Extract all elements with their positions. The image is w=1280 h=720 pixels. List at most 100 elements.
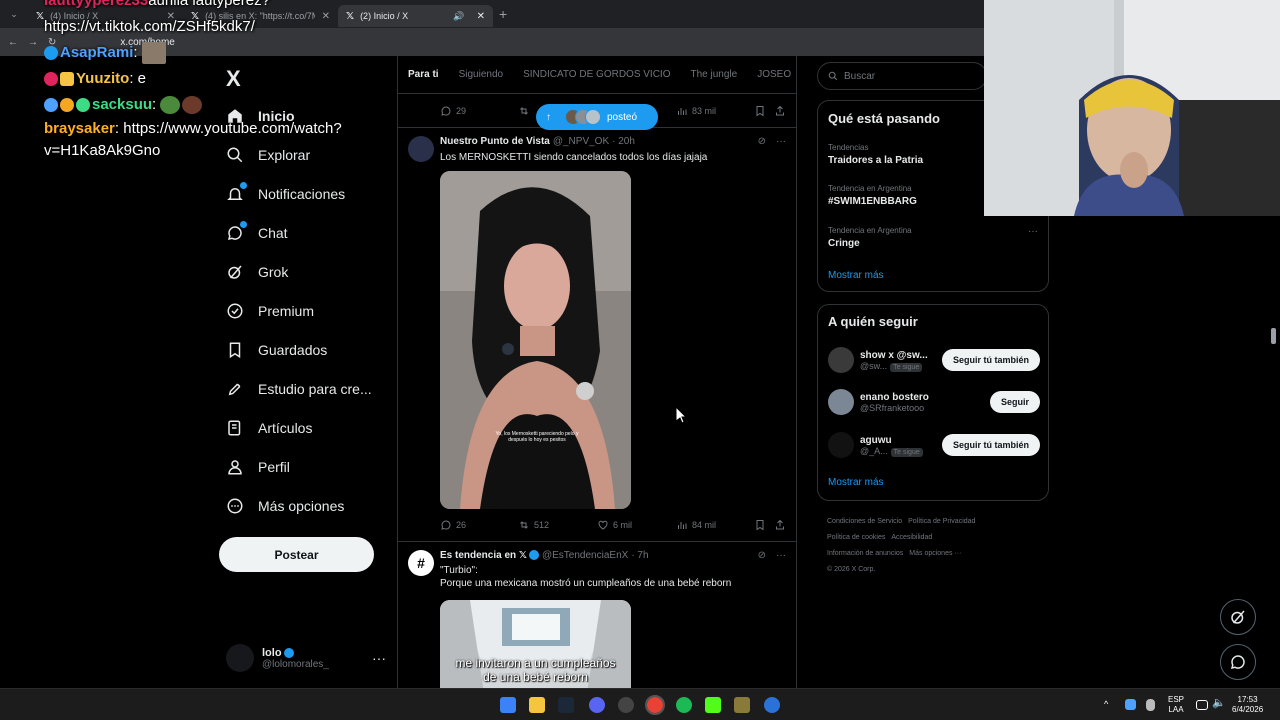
new-tab-button[interactable]: + (499, 6, 507, 22)
nav-item-label: Grok (258, 264, 289, 280)
author-name[interactable]: Nuestro Punto de Vista (440, 136, 550, 147)
tab-following[interactable]: Siguiendo (459, 69, 503, 80)
nav-item-label: Notificaciones (258, 186, 346, 202)
footer-link[interactable]: Información de anuncios (827, 550, 903, 557)
show-more-link[interactable]: Mostrar más (828, 270, 884, 281)
nav-item-bookmarks[interactable]: Guardados (226, 338, 327, 362)
file-explorer-icon[interactable] (529, 697, 545, 713)
author-name[interactable]: Es tendencia en 𝕏 (440, 550, 527, 561)
avatar[interactable] (828, 389, 854, 415)
kick-icon[interactable] (705, 697, 721, 713)
ccleaner-icon[interactable] (764, 697, 780, 713)
app-icon[interactable] (734, 697, 750, 713)
show-more-link[interactable]: Mostrar más (828, 477, 884, 488)
nav-item-chat[interactable]: Chat (226, 220, 288, 245)
windows-start-icon[interactable] (500, 697, 516, 713)
language-indicator[interactable]: ESP LAA (1168, 695, 1184, 715)
tab-list[interactable]: JOSEO (757, 69, 791, 80)
post-text: Los MERNOSKETTI siendo cancelados todos … (440, 152, 708, 163)
forward-icon[interactable]: → (28, 37, 38, 48)
share-icon[interactable] (774, 105, 786, 117)
author-handle[interactable]: @_NPV_OK (553, 136, 609, 147)
close-icon[interactable]: ✕ (477, 11, 485, 22)
discord-icon[interactable] (589, 697, 605, 713)
follow-suggestion[interactable]: aguwu @_A... Te sigue Seguir tú también (828, 430, 1040, 460)
views-button[interactable]: 84 mil (676, 519, 716, 531)
x-favicon-icon: 𝕏 (36, 10, 45, 22)
grok-icon[interactable]: ⊘ (758, 550, 766, 561)
search-bar[interactable]: Buscar (817, 62, 987, 90)
follow-suggestion[interactable]: show x @sw... @sw... Te sigue Seguir tú t… (828, 345, 1040, 375)
post-time[interactable]: · 20h (612, 136, 635, 147)
avatar[interactable] (828, 347, 854, 373)
more-icon[interactable]: ··· (372, 650, 386, 666)
reply-button[interactable]: 26 (440, 519, 466, 531)
trend-item[interactable]: Tendencia en Argentina Cringe ··· (828, 226, 1038, 249)
tab-list[interactable]: SINDICATO DE GORDOS VICIO (523, 69, 670, 80)
views-button[interactable]: 83 mil (676, 105, 716, 117)
post-video[interactable]: Yo, los Mernosketti pareciendo pelo y de… (440, 171, 631, 509)
avatar[interactable] (408, 136, 434, 162)
repost-button[interactable]: 512 (518, 519, 549, 531)
nav-item-articles[interactable]: Artículos (226, 416, 312, 440)
footer-link[interactable]: Condiciones de Servicio (827, 518, 902, 525)
avatar[interactable] (828, 432, 854, 458)
more-icon[interactable]: ··· (1028, 226, 1038, 237)
chrome-icon[interactable] (645, 695, 665, 715)
reply-button[interactable]: 29 (440, 105, 466, 117)
more-icon[interactable]: ··· (776, 550, 786, 561)
new-posts-pill[interactable]: ↑ posteó (536, 104, 658, 130)
spotify-icon[interactable] (676, 697, 692, 713)
footer-link[interactable]: Política de cookies (827, 534, 885, 541)
post-button[interactable]: Postear (219, 537, 374, 572)
back-icon[interactable]: ← (8, 37, 18, 48)
footer-link[interactable]: Política de Privacidad (908, 518, 975, 525)
nav-item-notifications[interactable]: Notificaciones (226, 181, 346, 206)
post-video[interactable]: me invitaron a un cumpleaños de una bebé… (440, 600, 631, 688)
follow-button[interactable]: Seguir tú también (941, 434, 1040, 456)
post-tools: ⊘ ··· (758, 550, 786, 561)
footer-link[interactable]: Accesibilidad (891, 534, 932, 541)
nav-item-premium[interactable]: Premium (226, 299, 314, 323)
post-time[interactable]: · 7h (631, 550, 648, 561)
share-icon[interactable] (774, 519, 786, 531)
scrollbar-thumb[interactable] (1271, 328, 1276, 344)
hashtag-avatar-icon[interactable]: # (408, 550, 434, 576)
repost-button[interactable] (518, 105, 530, 117)
tab-list[interactable]: The jungle (691, 69, 738, 80)
tray-chevron-icon[interactable]: ^ (1104, 699, 1108, 709)
nav-item-creator-studio[interactable]: Estudio para cre... (226, 377, 372, 401)
microphone-icon[interactable] (1146, 699, 1155, 711)
follow-handle-row: @sw... Te sigue (860, 361, 928, 372)
messages-float-button[interactable] (1220, 644, 1256, 680)
nav-item-more-options[interactable]: Más opciones (226, 494, 344, 518)
grok-icon (226, 263, 244, 281)
account-switcher[interactable]: lolo @lolomorales_ ··· (226, 644, 386, 672)
steam-icon[interactable] (558, 697, 574, 713)
tab-search-icon[interactable]: ⌄ (0, 9, 28, 20)
network-icon[interactable] (1196, 700, 1208, 710)
nav-item-profile[interactable]: Perfil (226, 455, 290, 479)
speaker-icon[interactable]: 🔊 (453, 11, 464, 22)
like-button[interactable]: 6 mil (597, 519, 632, 531)
follow-button[interactable]: Seguir (989, 391, 1040, 413)
volume-icon[interactable]: 🔈 (1212, 698, 1226, 709)
grok-icon[interactable]: ⊘ (758, 136, 766, 147)
author-handle[interactable]: @EsTendenciaEnX (542, 550, 628, 561)
nav-item-grok[interactable]: Grok (226, 260, 288, 284)
grok-float-button[interactable] (1220, 599, 1256, 635)
follow-button[interactable]: Seguir tú también (941, 349, 1040, 371)
tray-app-icon[interactable] (1125, 699, 1136, 710)
tab-for-you[interactable]: Para ti (408, 69, 439, 80)
post[interactable]: # Es tendencia en 𝕏 @EsTendenciaEnX · 7h ⊘… (398, 541, 796, 688)
bookmark-icon[interactable] (754, 105, 766, 117)
view-count: 84 mil (692, 520, 717, 530)
footer-link[interactable]: Más opciones ··· (909, 550, 961, 557)
bookmark-icon[interactable] (754, 519, 766, 531)
obs-icon[interactable] (618, 697, 634, 713)
post[interactable]: Nuestro Punto de Vista @_NPV_OK · 20h ⊘ ··… (398, 127, 796, 541)
more-icon[interactable]: ··· (776, 136, 786, 147)
clock[interactable]: 17:53 6/4/2026 (1232, 695, 1263, 715)
chat-line: sacksuu: (44, 92, 364, 118)
follow-suggestion[interactable]: enano bostero @SRfranketooo Seguir (828, 387, 1040, 417)
